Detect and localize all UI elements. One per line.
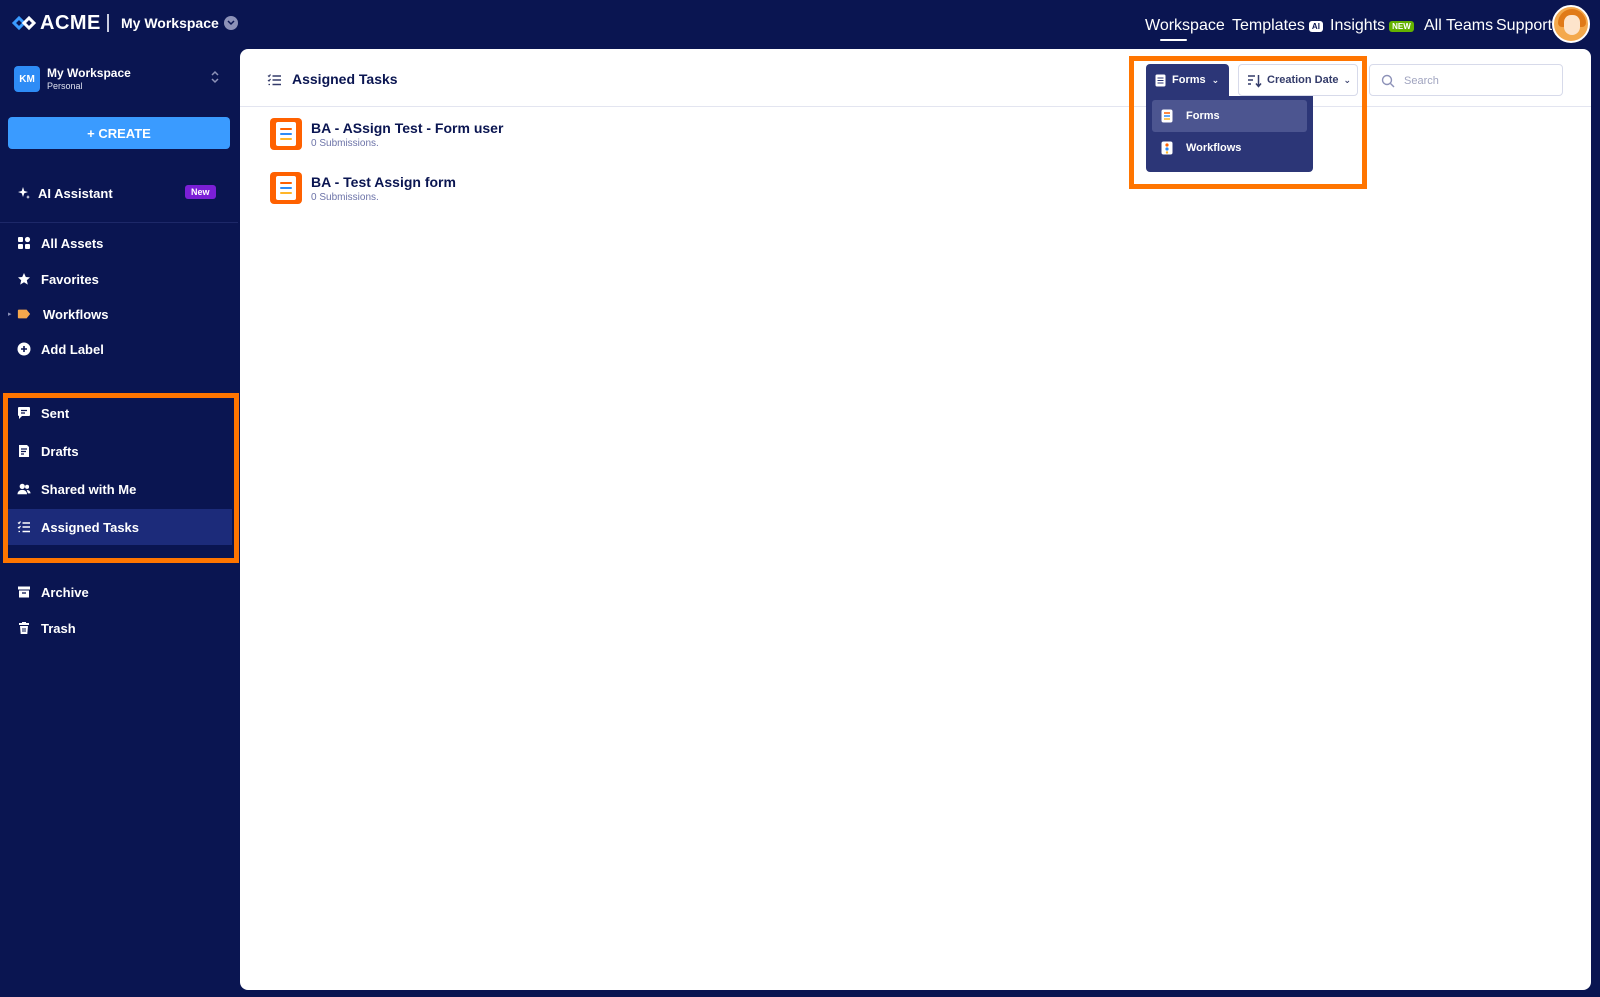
main-header: Assigned Tasks Forms ⌄ Creation Date ⌄	[240, 49, 1591, 107]
sidebar-item-favorites[interactable]: Favorites	[0, 261, 238, 297]
logo-mark-icon	[12, 15, 36, 31]
sidebar-item-archive[interactable]: Archive	[0, 574, 238, 610]
workspace-title-label: My Workspace	[121, 15, 219, 31]
sidebar-item-add-label[interactable]: Add Label	[0, 331, 238, 367]
nav-workspace[interactable]: Workspace	[1145, 17, 1225, 41]
create-button[interactable]: + CREATE	[8, 117, 230, 149]
logo-divider	[107, 14, 109, 32]
main-panel: Assigned Tasks Forms ⌄ Creation Date ⌄ S…	[240, 49, 1591, 990]
sidebar-item-label: All Assets	[41, 235, 104, 251]
nav-support[interactable]: Support	[1496, 17, 1552, 35]
task-title[interactable]: BA - Test Assign form	[311, 174, 456, 190]
sidebar-item-label: Trash	[41, 620, 76, 636]
search-icon	[1381, 74, 1395, 93]
sidebar-item-label: AI Assistant	[38, 185, 113, 201]
sparkle-icon	[17, 186, 31, 200]
highlight-box-filter	[1129, 56, 1367, 189]
search-box[interactable]	[1369, 64, 1563, 96]
caret-right-icon[interactable]: ▸	[8, 310, 12, 318]
workspace-switcher[interactable]: KM My Workspace Personal	[14, 64, 228, 94]
workspace-title[interactable]: My Workspace	[121, 15, 238, 31]
task-title[interactable]: BA - ASsign Test - Form user	[311, 120, 503, 136]
chevron-down-icon[interactable]	[223, 16, 238, 30]
nav-insights-label: Insights	[1330, 17, 1386, 34]
nav-templates-label: Templates	[1232, 17, 1305, 34]
sidebar-item-label: Archive	[41, 584, 89, 600]
nav-support-label: Support	[1496, 17, 1553, 34]
nav-all-teams[interactable]: All Teams	[1424, 17, 1493, 35]
trash-icon	[17, 621, 31, 635]
updown-chevron-icon	[210, 70, 220, 86]
task-subtitle: 0 Submissions.	[311, 192, 379, 203]
ai-badge: AI	[1308, 20, 1323, 32]
sidebar-item-ai-assistant[interactable]: AI Assistant New	[0, 175, 238, 211]
page-title: Assigned Tasks	[292, 71, 398, 87]
new-badge: New	[185, 185, 216, 199]
label-tag-icon	[17, 307, 31, 321]
top-bar: ACME My Workspace Workspace Templates AI…	[0, 0, 1600, 48]
task-row[interactable]: BA - ASsign Test - Form user 0 Submissio…	[270, 118, 870, 158]
archive-icon	[17, 585, 31, 599]
sidebar-item-trash[interactable]: Trash	[0, 610, 238, 646]
sidebar-item-all-assets[interactable]: All Assets	[0, 225, 238, 261]
logo-text: ACME	[40, 11, 101, 34]
form-icon	[270, 172, 302, 204]
divider	[0, 222, 238, 223]
acme-logo[interactable]: ACME	[12, 10, 101, 36]
sidebar-item-label: Workflows	[43, 306, 109, 322]
new-badge: NEW	[1389, 20, 1414, 32]
nav-workspace-label: Workspace	[1145, 17, 1225, 34]
task-subtitle: 0 Submissions.	[311, 138, 379, 149]
search-input[interactable]	[1404, 73, 1554, 89]
sidebar-item-workflows[interactable]: ▸ Workflows	[0, 296, 238, 332]
workspace-name: My Workspace	[47, 66, 131, 80]
avatar[interactable]	[1552, 5, 1590, 43]
nav-all-teams-label: All Teams	[1424, 17, 1494, 34]
star-icon	[17, 272, 31, 286]
task-row[interactable]: BA - Test Assign form 0 Submissions.	[270, 172, 870, 212]
task-list-icon	[267, 73, 283, 92]
nav-templates[interactable]: Templates AI	[1232, 17, 1323, 35]
nav-insights[interactable]: Insights NEW	[1330, 17, 1414, 35]
form-icon	[270, 118, 302, 150]
plus-circle-icon	[17, 342, 31, 356]
sidebar-item-label: Favorites	[41, 271, 99, 287]
workspace-type: Personal	[47, 81, 83, 91]
sidebar-item-label: Add Label	[41, 341, 104, 357]
workspace-badge: KM	[14, 66, 40, 92]
grid-icon	[17, 236, 31, 250]
highlight-box-sidebar	[3, 393, 239, 563]
